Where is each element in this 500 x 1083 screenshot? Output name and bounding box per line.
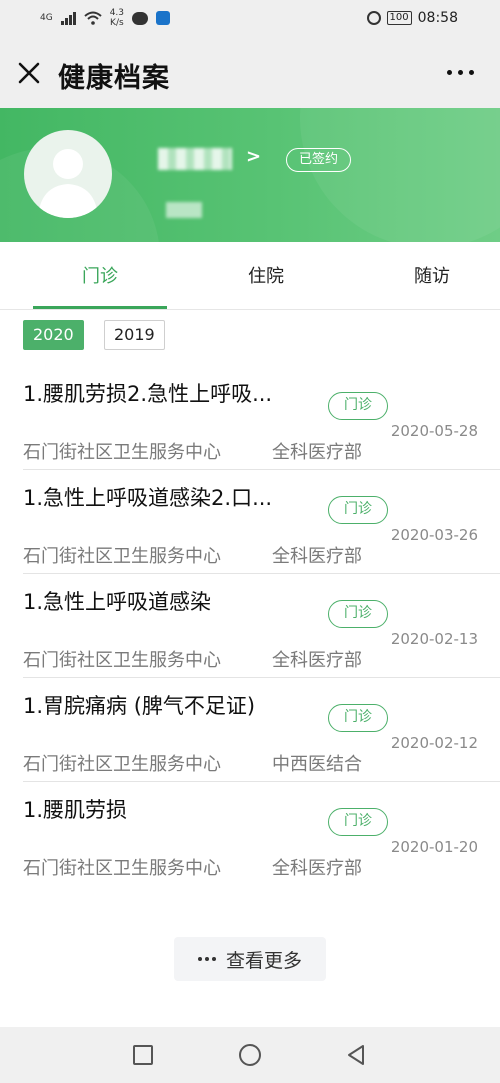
record-diagnosis: 1.胃脘痛病 (脾气不足证)	[23, 694, 256, 718]
record-date: 2020-02-12	[390, 734, 478, 752]
record-hospital: 石门街社区卫生服务中心	[23, 442, 221, 463]
record-type-badge: 门诊	[328, 808, 388, 836]
record-hospital: 石门街社区卫生服务中心	[23, 546, 221, 567]
record-diagnosis: 1.急性上呼吸道感染2.口...	[23, 486, 273, 510]
record-department: 中西医结合	[272, 754, 362, 775]
record-type-badge: 门诊	[328, 496, 388, 524]
more-dots-icon	[197, 957, 216, 961]
list-item[interactable]: 1.腰肌劳损2.急性上呼吸... 门诊 2020-05-28 石门街社区卫生服务…	[0, 366, 500, 470]
status-right: 100 08:58	[366, 10, 458, 26]
user-name-redacted	[158, 148, 232, 170]
load-more-label: 查看更多	[225, 949, 302, 972]
record-department: 全科医疗部	[272, 650, 362, 671]
record-type-badge: 门诊	[328, 600, 388, 628]
record-department: 全科医疗部	[272, 546, 362, 567]
system-nav-bar	[0, 1027, 500, 1083]
signal-icon	[60, 11, 76, 25]
network-type: 4G	[40, 13, 53, 23]
network-speed: 4.3 K/s	[110, 8, 124, 28]
record-date: 2020-05-28	[390, 422, 478, 440]
speed-value: 4.3	[109, 8, 125, 18]
list-item[interactable]: 1.急性上呼吸道感染2.口... 门诊 2020-03-26 石门街社区卫生服务…	[0, 470, 500, 574]
alarm-icon	[366, 11, 381, 25]
speed-unit: K/s	[110, 18, 124, 28]
list-item[interactable]: 1.胃脘痛病 (脾气不足证) 门诊 2020-02-12 石门街社区卫生服务中心…	[0, 678, 500, 782]
record-date: 2020-01-20	[390, 838, 478, 856]
more-icon[interactable]	[447, 70, 474, 75]
load-more-button[interactable]: 查看更多	[174, 937, 326, 981]
page-title: 健康档案	[58, 63, 170, 94]
year-chip-2020[interactable]: 2020	[23, 320, 84, 350]
title-bar: 健康档案	[0, 40, 500, 108]
close-icon[interactable]	[14, 58, 44, 88]
record-diagnosis: 1.腰肌劳损	[23, 798, 128, 822]
list-item[interactable]: 1.腰肌劳损 门诊 2020-01-20 石门街社区卫生服务中心 全科医疗部	[0, 782, 500, 886]
record-hospital: 石门街社区卫生服务中心	[23, 858, 221, 879]
record-hospital: 石门街社区卫生服务中心	[23, 754, 221, 775]
back-icon[interactable]	[344, 1043, 368, 1067]
record-date: 2020-03-26	[390, 526, 478, 544]
tab-followup[interactable]: 随访	[414, 262, 450, 288]
record-department: 全科医疗部	[272, 858, 362, 879]
list-item[interactable]: 1.急性上呼吸道感染 门诊 2020-02-13 石门街社区卫生服务中心 全科医…	[0, 574, 500, 678]
record-diagnosis: 1.腰肌劳损2.急性上呼吸...	[23, 382, 273, 406]
wifi-icon	[84, 11, 102, 25]
record-type-badge: 门诊	[328, 392, 388, 420]
home-icon[interactable]	[239, 1044, 261, 1066]
status-bar: 4G 4.3 K/s 100 08:58	[0, 0, 500, 40]
app-notification-icon	[156, 11, 171, 25]
user-info-redacted	[166, 202, 202, 218]
record-department: 全科医疗部	[272, 442, 362, 463]
record-hospital: 石门街社区卫生服务中心	[23, 650, 221, 671]
recent-apps-icon[interactable]	[133, 1045, 153, 1065]
avatar	[24, 130, 112, 218]
tab-inpatient[interactable]: 住院	[248, 262, 284, 288]
signed-status-badge: 已签约	[286, 148, 352, 172]
tab-outpatient[interactable]: 门诊	[82, 262, 118, 288]
record-date: 2020-02-13	[390, 630, 478, 648]
tab-bar: 门诊 住院 随访	[0, 242, 500, 310]
status-time: 08:58	[417, 10, 458, 26]
active-tab-indicator	[33, 306, 167, 309]
profile-arrow[interactable]: >	[246, 146, 261, 167]
person-icon	[38, 149, 98, 218]
profile-header[interactable]: > 已签约	[0, 108, 500, 242]
record-diagnosis: 1.急性上呼吸道感染	[23, 590, 212, 614]
battery-icon: 100	[386, 11, 412, 25]
record-type-badge: 门诊	[328, 704, 388, 732]
chat-notification-icon	[132, 11, 149, 25]
year-chip-2019[interactable]: 2019	[104, 320, 165, 350]
status-left: 4G 4.3 K/s	[40, 8, 171, 28]
